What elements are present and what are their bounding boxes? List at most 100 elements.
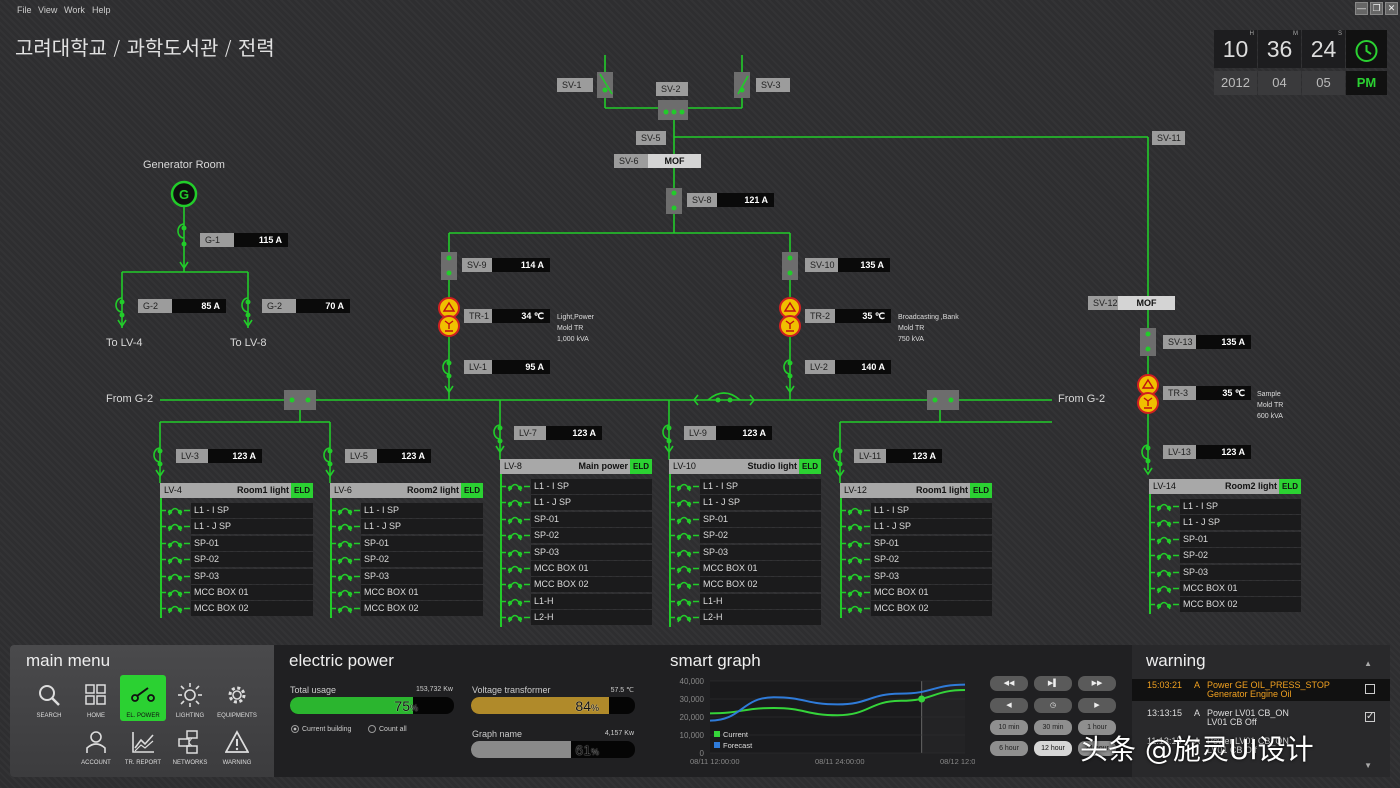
panel-row[interactable]: L1 - J SP xyxy=(500,495,652,511)
eld-badge[interactable]: ELD xyxy=(291,483,313,498)
panel-row[interactable]: L1 - J SP xyxy=(160,519,313,535)
warning-title: warning xyxy=(1146,651,1206,670)
panel-row-label: SP-01 xyxy=(700,511,821,527)
warning-row[interactable]: 15:03:21 A Power GE OIL_PRESS_STOP Gener… xyxy=(1132,679,1390,701)
panel-row[interactable]: L2-H xyxy=(669,610,821,626)
panel-row[interactable]: MCC BOX 01 xyxy=(160,585,313,600)
panel-row[interactable]: MCC BOX 01 xyxy=(500,561,652,576)
tr-report-button[interactable]: TR. REPORT xyxy=(120,722,166,768)
panel-row[interactable]: MCC BOX 02 xyxy=(330,601,483,617)
panel-row[interactable]: L1 - J SP xyxy=(1149,515,1301,531)
panel-row[interactable]: MCC BOX 02 xyxy=(160,601,313,617)
panel-row[interactable]: SP-01 xyxy=(330,535,483,551)
panel-row[interactable]: L1 - I SP xyxy=(330,503,483,518)
warning-button[interactable]: WARNING xyxy=(214,722,260,768)
panel-row[interactable]: SP-03 xyxy=(500,544,652,560)
clock-button[interactable]: ◷ xyxy=(1034,698,1072,713)
panel-row[interactable]: MCC BOX 01 xyxy=(330,585,483,600)
panel-row[interactable]: SP-01 xyxy=(669,511,821,527)
scroll-up-button[interactable]: ▲ xyxy=(1364,659,1372,668)
30-min-button[interactable]: 30 min xyxy=(1034,720,1072,735)
search-button[interactable]: SEARCH xyxy=(26,675,72,721)
graph-name-value: 4,157 Kw xyxy=(604,730,634,737)
el-power-button[interactable]: EL. POWER xyxy=(120,675,166,721)
panel-row[interactable]: L1 - I SP xyxy=(669,479,821,494)
eld-badge[interactable]: ELD xyxy=(799,459,821,474)
panel-row[interactable]: SP-01 xyxy=(160,535,313,551)
play-button[interactable]: ▶▌ xyxy=(1034,676,1072,691)
panel-row[interactable]: MCC BOX 02 xyxy=(500,577,652,593)
radio-current-building[interactable]: Current building xyxy=(291,725,351,733)
warning-checkbox[interactable] xyxy=(1365,684,1375,694)
panel-row[interactable]: MCC BOX 02 xyxy=(1149,597,1301,613)
panel-row[interactable]: SP-03 xyxy=(1149,564,1301,580)
warning-row[interactable]: 13:13:15 A Power LV01 CB_ON LV01 CB Off … xyxy=(1132,707,1390,729)
panel-row[interactable]: SP-03 xyxy=(669,544,821,560)
sv5-label: SV-5 xyxy=(636,131,666,145)
eld-badge[interactable]: ELD xyxy=(1279,479,1301,494)
next-button[interactable]: ▶ xyxy=(1078,698,1116,713)
breaker-icon xyxy=(840,524,870,532)
panel-row[interactable]: L1 - J SP xyxy=(330,519,483,535)
panel-row[interactable]: L1 - I SP xyxy=(840,503,992,518)
panel-row[interactable]: L1-H xyxy=(500,593,652,609)
warning-label: WARNING xyxy=(222,760,252,766)
panel-row[interactable]: MCC BOX 01 xyxy=(1149,581,1301,596)
breaker-icon xyxy=(330,507,360,516)
panel-row-label: L1 - J SP xyxy=(361,519,483,535)
panel-row[interactable]: SP-02 xyxy=(160,552,313,568)
panel-row[interactable]: L1 - I SP xyxy=(160,503,313,518)
panel-row[interactable]: MCC BOX 02 xyxy=(840,601,992,617)
eld-badge[interactable]: ELD xyxy=(461,483,483,498)
panel-row-label: SP-02 xyxy=(531,528,652,544)
panel-row[interactable]: SP-02 xyxy=(840,552,992,568)
lighting-button[interactable]: LIGHTING xyxy=(167,675,213,721)
panel-row[interactable]: SP-03 xyxy=(840,568,992,584)
fast-forward-button[interactable]: ▶▶ xyxy=(1078,676,1116,691)
networks-button[interactable]: NETWORKS xyxy=(167,722,213,768)
10-min-button[interactable]: 10 min xyxy=(990,720,1028,735)
panel-row-label: SP-03 xyxy=(700,544,821,560)
eld-badge[interactable]: ELD xyxy=(970,483,992,498)
panel-row[interactable]: L1 - I SP xyxy=(1149,499,1301,514)
switch-icon xyxy=(131,687,155,702)
panel-row[interactable]: SP-01 xyxy=(840,535,992,551)
panel-row[interactable]: L1 - J SP xyxy=(840,519,992,535)
panel-row[interactable]: MCC BOX 02 xyxy=(669,577,821,593)
equipments-button[interactable]: EQUIPMENTS xyxy=(214,675,260,721)
panel-row[interactable]: SP-02 xyxy=(669,528,821,544)
panel-row[interactable]: L1 - J SP xyxy=(669,495,821,511)
panel-row[interactable]: SP-02 xyxy=(330,552,483,568)
panel-row[interactable]: SP-03 xyxy=(330,568,483,584)
panel-row[interactable]: MCC BOX 01 xyxy=(840,585,992,600)
panel-row[interactable]: SP-02 xyxy=(500,528,652,544)
panel-row[interactable]: L1-H xyxy=(669,593,821,609)
panel-header: LV-6 Room2 light ELD xyxy=(330,483,483,498)
panel-row[interactable]: MCC BOX 01 xyxy=(669,561,821,576)
panel-bus-line xyxy=(500,474,502,627)
rewind-button[interactable]: ◀◀ xyxy=(990,676,1028,691)
home-button[interactable]: HOME xyxy=(73,675,119,721)
radio-count-all[interactable]: Count all xyxy=(368,725,407,733)
panel-row-label: MCC BOX 02 xyxy=(700,577,821,593)
panel-id: LV-6 xyxy=(334,485,352,495)
account-button[interactable]: ACCOUNT xyxy=(73,722,119,768)
panel-row-label: L2-H xyxy=(531,610,652,626)
panel-row[interactable]: SP-01 xyxy=(1149,531,1301,547)
to-lv8-label: To LV-8 xyxy=(230,337,267,349)
panel-row-label: MCC BOX 01 xyxy=(1180,581,1301,596)
scroll-down-button[interactable]: ▼ xyxy=(1364,761,1372,770)
panel-row-label: MCC BOX 01 xyxy=(191,585,313,600)
panel-row[interactable]: L2-H xyxy=(500,610,652,626)
12-hour-button[interactable]: 12 hour xyxy=(1034,741,1072,756)
panel-id: LV-14 xyxy=(1153,481,1176,491)
panel-row[interactable]: L1 - I SP xyxy=(500,479,652,494)
panel-row[interactable]: SP-01 xyxy=(500,511,652,527)
6-hour-button[interactable]: 6 hour xyxy=(990,741,1028,756)
panel-row[interactable]: SP-03 xyxy=(160,568,313,584)
eld-badge[interactable]: ELD xyxy=(630,459,652,474)
prev-button[interactable]: ◀ xyxy=(990,698,1028,713)
panel-row[interactable]: SP-02 xyxy=(1149,548,1301,564)
tr2-note: Broadcasting ,Bank Mold TR 750 kVA xyxy=(898,314,959,343)
warning-checkbox-checked[interactable]: ✓ xyxy=(1365,712,1375,722)
